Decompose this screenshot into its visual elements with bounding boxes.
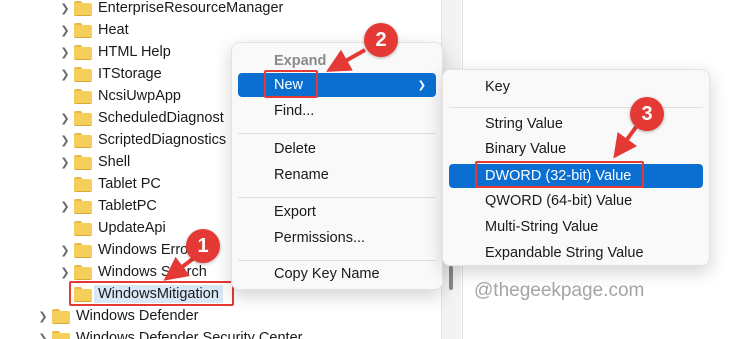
callout-badge-1: 1 [186,229,220,263]
callout-badge-2: 2 [364,23,398,57]
arrow-2 [326,48,366,72]
arrow-3 [613,125,638,159]
arrow-1 [163,256,196,281]
watermark: @thegeekpage.com [474,280,645,301]
callout-badge-3: 3 [630,97,664,131]
